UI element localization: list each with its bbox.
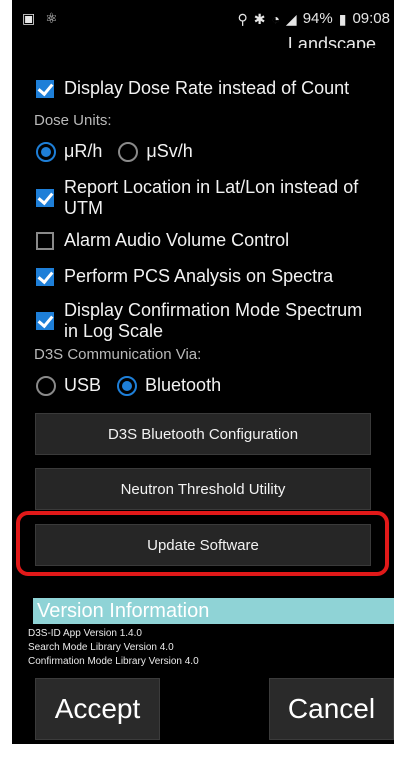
checkbox-checked-icon: [36, 268, 54, 286]
report-location-label: Report Location in Lat/Lon instead of UT…: [64, 177, 359, 218]
cancel-button[interactable]: Cancel: [269, 678, 394, 740]
radio-ur-h-label: μR/h: [64, 141, 103, 161]
communication-radio-group: USB Bluetooth: [36, 375, 221, 396]
display-dose-rate-label: Display Dose Rate instead of Count: [64, 78, 350, 98]
status-right-icons: ⚲ ✱ ◔ ◢ 94% ▮ 09:08: [237, 10, 390, 27]
accept-button[interactable]: Accept: [35, 678, 160, 740]
wifi-icon: ◔: [271, 10, 280, 27]
radio-usb-label: USB: [64, 375, 102, 395]
version-information-title: Version Information: [33, 598, 394, 624]
dose-units-label: Dose Units:: [34, 112, 112, 129]
confirmation-mode-version-text: Confirmation Mode Library Version 4.0: [28, 656, 199, 667]
checkbox-checked-icon: [36, 312, 54, 330]
perform-pcs-label: Perform PCS Analysis on Spectra: [64, 266, 334, 286]
alarm-audio-checkbox[interactable]: Alarm Audio Volume Control: [36, 230, 289, 251]
display-confirmation-label: Display Confirmation Mode Spectrum in Lo…: [64, 300, 363, 341]
report-location-checkbox[interactable]: Report Location in Lat/Lon instead of UT…: [36, 177, 376, 219]
battery-percent: 94%: [302, 10, 333, 27]
d3s-bluetooth-configuration-button[interactable]: D3S Bluetooth Configuration: [35, 413, 371, 455]
clock-time: 09:08: [352, 10, 390, 27]
checkbox-checked-icon: [36, 189, 54, 207]
radio-bluetooth[interactable]: [117, 375, 138, 396]
communication-label: D3S Communication Via:: [34, 346, 202, 363]
gallery-icon: ▣: [22, 10, 36, 26]
checkbox-checked-icon: [36, 80, 54, 98]
update-software-highlight: [16, 511, 389, 576]
atom-icon: ⚛: [45, 10, 58, 26]
dose-units-radio-group: μR/h μSv/h: [36, 141, 193, 162]
display-dose-rate-checkbox[interactable]: Display Dose Rate instead of Count: [36, 78, 349, 99]
neutron-threshold-utility-button[interactable]: Neutron Threshold Utility: [35, 468, 371, 510]
perform-pcs-checkbox[interactable]: Perform PCS Analysis on Spectra: [36, 266, 333, 287]
radio-usb[interactable]: [36, 375, 56, 396]
checkbox-unchecked-icon: [36, 232, 54, 250]
landscape-partial-text: Landscape: [287, 36, 376, 48]
status-bar: ▣ ⚛ ⚲ ✱ ◔ ◢ 94% ▮ 09:08: [12, 0, 394, 38]
radio-bluetooth-label: Bluetooth: [145, 375, 222, 395]
alarm-audio-label: Alarm Audio Volume Control: [64, 230, 290, 250]
search-mode-version-text: Search Mode Library Version 4.0: [28, 642, 174, 653]
bluetooth-icon: ✱: [253, 10, 266, 27]
status-left-icons: ▣ ⚛: [22, 10, 58, 26]
phone-screen: ▣ ⚛ ⚲ ✱ ◔ ◢ 94% ▮ 09:08 Landscape Displa…: [12, 0, 394, 744]
location-pin-icon: ⚲: [237, 10, 248, 27]
radio-usv-h[interactable]: [118, 141, 139, 162]
radio-ur-h[interactable]: [36, 141, 56, 162]
app-version-text: D3S-ID App Version 1.4.0: [28, 628, 142, 639]
radio-usv-h-label: μSv/h: [146, 141, 193, 161]
display-confirmation-checkbox[interactable]: Display Confirmation Mode Spectrum in Lo…: [36, 300, 381, 342]
battery-icon: ▮: [338, 10, 347, 27]
signal-icon: ◢: [285, 10, 297, 27]
